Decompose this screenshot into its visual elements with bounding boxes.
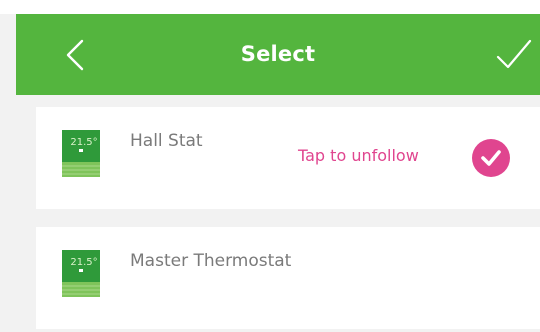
select-screen: Select 21.5° Hall Stat Tap to unfollow 2… xyxy=(0,0,540,332)
done-button[interactable] xyxy=(492,35,536,75)
device-list: 21.5° Hall Stat Tap to unfollow 21.5° Ma… xyxy=(36,107,540,329)
thermostat-icon: 21.5° xyxy=(62,130,100,177)
thermostat-icon: 21.5° xyxy=(62,250,100,297)
page-title: Select xyxy=(240,42,316,66)
checkmark-icon xyxy=(492,35,536,75)
device-name: Hall Stat xyxy=(130,131,203,151)
device-name: Master Thermostat xyxy=(130,251,292,271)
app-header: Select xyxy=(16,14,540,95)
status-bar xyxy=(0,0,540,14)
unfollow-link[interactable]: Tap to unfollow xyxy=(298,146,419,165)
device-row-master-thermostat[interactable]: 21.5° Master Thermostat xyxy=(36,227,540,329)
device-row-hall-stat[interactable]: 21.5° Hall Stat Tap to unfollow xyxy=(36,107,540,209)
thermostat-reading: 21.5° xyxy=(70,257,97,268)
check-circle-icon[interactable] xyxy=(472,139,510,177)
thermostat-reading: 21.5° xyxy=(70,137,97,148)
